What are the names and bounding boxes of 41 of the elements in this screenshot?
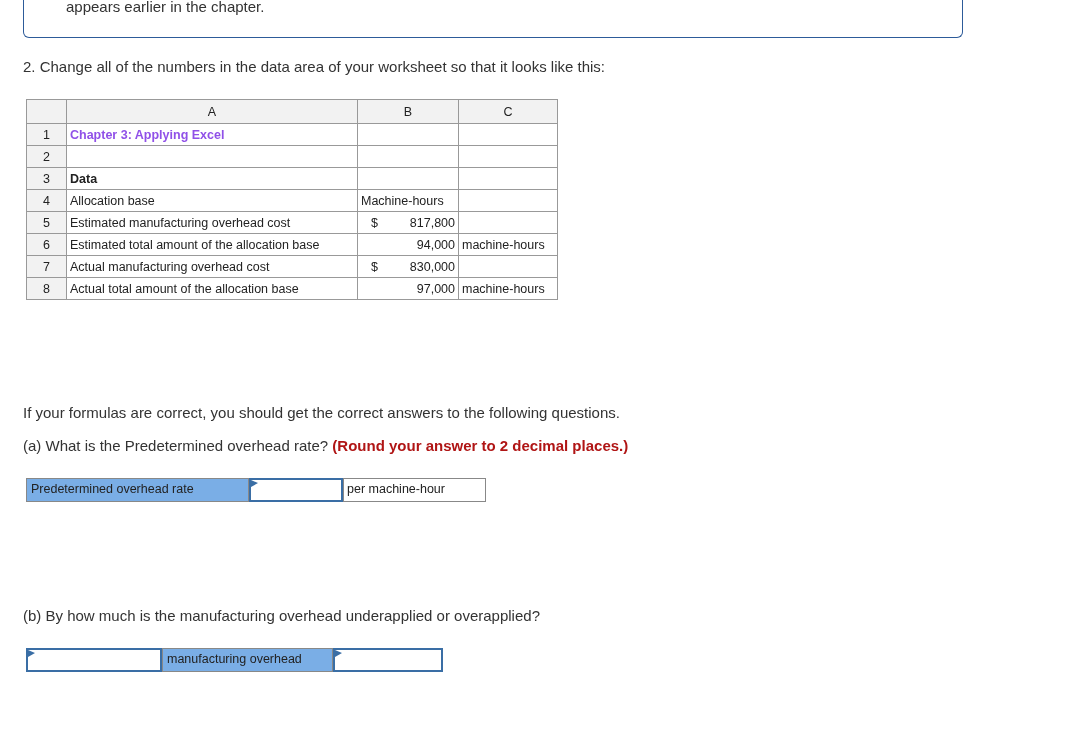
intro-text: appears earlier in the chapter. xyxy=(66,0,265,15)
table-cell: Data xyxy=(70,171,98,186)
row-header: 4 xyxy=(26,189,67,212)
column-header: B xyxy=(357,99,459,124)
column-header: A xyxy=(66,99,358,124)
table-cell: Actual total amount of the allocation base xyxy=(70,281,299,296)
currency-symbol: $ xyxy=(371,215,378,230)
flag-icon xyxy=(335,650,342,657)
table-cell: 830,000 xyxy=(409,259,455,274)
table-cell: Actual manufacturing overhead cost xyxy=(70,259,270,274)
table-cell: Estimated manufacturing overhead cost xyxy=(70,215,291,230)
table-cell: 97,000 xyxy=(416,281,455,296)
question-text: (a) What is the Predetermined overhead rate? (Round your answer to 2 decimal places.) xyxy=(23,437,630,454)
answer-field[interactable] xyxy=(249,478,343,502)
table-cell: Allocation base xyxy=(70,193,155,208)
question-text: (b) By how much is the manufacturing overhead underapplied or overapplied? xyxy=(23,607,541,624)
row-header: 3 xyxy=(26,167,67,190)
table-cell: Chapter 3: Applying Excel xyxy=(70,127,225,142)
answer-field[interactable] xyxy=(26,648,162,672)
row-header: 7 xyxy=(26,255,67,278)
table-cell: machine-hours xyxy=(462,281,545,296)
flag-icon xyxy=(28,650,35,657)
row-header: 6 xyxy=(26,233,67,256)
instruction-text: 2. Change all of the numbers in the data area of your worksheet so that it looks like this: xyxy=(23,58,606,75)
unit-label: per machine-hour xyxy=(343,478,486,502)
row-header: 1 xyxy=(26,123,67,146)
row-header: 8 xyxy=(26,277,67,300)
table-cell: Machine-hours xyxy=(361,193,444,208)
table-cell: Estimated total amount of the allocation base xyxy=(70,237,320,252)
table-cell: machine-hours xyxy=(462,237,545,252)
flag-icon xyxy=(251,480,258,487)
answer-label: manufacturing overhead xyxy=(162,648,333,672)
note-text: If your formulas are correct, you should get the correct answers to the following questions. xyxy=(23,404,621,421)
row-header: 2 xyxy=(26,145,67,168)
answer-field[interactable] xyxy=(333,648,443,672)
table-cell: 94,000 xyxy=(416,237,455,252)
currency-symbol: $ xyxy=(371,259,378,274)
column-header: C xyxy=(458,99,558,124)
row-header: 5 xyxy=(26,211,67,234)
answer-label: Predetermined overhead rate xyxy=(26,478,249,502)
table-cell: 817,800 xyxy=(409,215,455,230)
